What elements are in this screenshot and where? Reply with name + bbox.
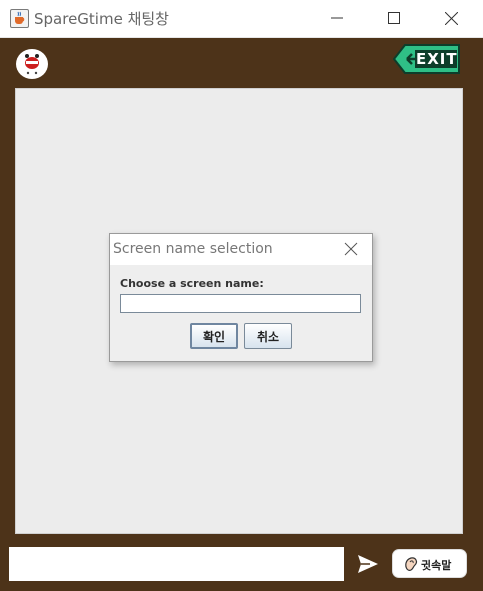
send-button[interactable]: [356, 553, 380, 575]
cancel-button[interactable]: 취소: [244, 323, 292, 349]
maximize-button[interactable]: [368, 0, 420, 36]
ear-icon: [405, 557, 417, 572]
dialog-title-bar: Screen name selection: [110, 234, 372, 265]
close-window-button[interactable]: [425, 0, 477, 36]
dialog-title: Screen name selection: [113, 241, 273, 257]
exit-label: EXIT: [416, 50, 458, 68]
maximize-icon: [388, 12, 400, 24]
close-icon: [344, 242, 358, 256]
emoji-face-icon[interactable]: [16, 49, 48, 79]
paper-plane-icon: [358, 555, 378, 573]
ok-button[interactable]: 확인: [190, 323, 238, 349]
screen-name-dialog: Screen name selection Choose a screen na…: [109, 233, 373, 362]
whisper-label: 귓속말: [421, 559, 452, 572]
screen-name-input[interactable]: [120, 294, 361, 313]
minimize-button[interactable]: [311, 0, 363, 36]
java-cup-icon: [10, 9, 29, 28]
close-icon: [444, 11, 458, 25]
dialog-close-button[interactable]: [342, 240, 360, 258]
dialog-prompt: Choose a screen name:: [120, 277, 264, 290]
title-bar: SpareGtime 채팅창: [0, 0, 483, 38]
chat-window: SpareGtime 채팅창 EXIT Screen name selectio…: [0, 0, 483, 591]
whisper-button[interactable]: 귓속말: [392, 549, 467, 578]
window-title: SpareGtime 채팅창: [34, 10, 169, 28]
minimize-icon: [331, 17, 343, 19]
message-input[interactable]: [9, 547, 344, 581]
